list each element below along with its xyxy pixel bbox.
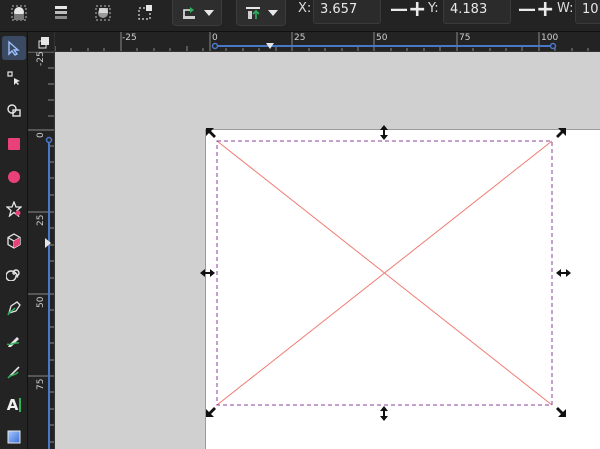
layer-raise-icon [11, 5, 27, 21]
vertical-ruler[interactable]: -25 0 25 50 75 [28, 52, 55, 449]
x-label: X: [298, 1, 312, 16]
gradient-tool[interactable] [2, 425, 26, 449]
ruler-label: 25 [294, 33, 306, 43]
chevron-down-icon [203, 9, 214, 16]
selected-object-overlay [200, 125, 571, 421]
rotate-icon [182, 6, 195, 19]
selector-tool[interactable] [2, 36, 26, 60]
horizontal-ruler-ticks [55, 32, 589, 51]
y-decrement-button[interactable]: — [518, 0, 536, 20]
arrow-select-icon [8, 40, 20, 56]
node-edit-icon [7, 71, 20, 85]
spiral-icon [6, 269, 20, 281]
calligraphy-tool[interactable] [2, 360, 26, 384]
spiral-tool[interactable] [2, 261, 26, 285]
w-input[interactable]: 101 [575, 0, 600, 24]
layer-stack-icon [55, 6, 67, 19]
pen-tool[interactable] [2, 296, 26, 320]
chevron-down-icon [267, 9, 278, 16]
ruler-label: 0 [36, 132, 46, 138]
y-increment-button[interactable]: + [536, 0, 554, 21]
text-tool[interactable]: A [2, 393, 26, 417]
rectangle-tool[interactable] [2, 132, 26, 156]
tweak-tool[interactable] [2, 98, 26, 122]
dashed-square-icon [138, 5, 152, 20]
tool-controls-bar: X: 3.657 — + Y: 4.183 — + W: 101 [0, 0, 600, 32]
x-increment-button[interactable]: + [408, 0, 426, 21]
drawing-canvas[interactable] [55, 52, 600, 449]
ruler-label: 50 [376, 33, 388, 43]
horizontal-ruler[interactable]: -25 0 25 50 75 100 [55, 32, 600, 52]
calligraphy-icon [7, 366, 20, 379]
y-input[interactable]: 4.183 [443, 0, 511, 24]
text-cursor-icon [19, 398, 22, 412]
3d-box-tool[interactable] [2, 229, 26, 253]
ruler-corner [28, 32, 55, 52]
origin-icon [38, 37, 49, 49]
cube-icon [7, 233, 21, 249]
align-dropdown[interactable] [236, 0, 286, 26]
toolbox: A [0, 32, 28, 449]
raise-to-top-button[interactable] [8, 0, 30, 26]
ruler-label: -25 [36, 52, 46, 66]
ruler-label: 50 [36, 296, 46, 308]
ellipse-tool[interactable] [2, 165, 26, 189]
tweak-icon [7, 104, 21, 117]
y-label: Y: [428, 1, 439, 16]
align-icon [245, 6, 260, 19]
x-decrement-button[interactable]: — [390, 0, 408, 20]
pencil-icon [6, 337, 20, 347]
node-tool[interactable] [2, 66, 26, 90]
x-input[interactable]: 3.657 [313, 0, 381, 24]
ruler-label: 25 [36, 214, 46, 226]
lower-to-bottom-button[interactable] [134, 0, 156, 26]
rectangle-icon [8, 138, 20, 150]
circle-icon [8, 171, 20, 183]
ruler-label: 75 [459, 33, 471, 43]
pencil-tool[interactable] [2, 328, 26, 352]
star-icon [6, 201, 22, 217]
gradient-icon [7, 430, 21, 444]
rectangle-with-diagonals[interactable] [216, 140, 553, 406]
raise-button[interactable] [50, 0, 72, 26]
lower-button[interactable] [92, 0, 114, 26]
ruler-label: 0 [212, 33, 218, 43]
text-icon: A [6, 396, 19, 414]
ruler-label: -25 [122, 33, 137, 43]
ruler-label: 75 [36, 378, 46, 390]
pen-icon [7, 301, 21, 316]
star-tool[interactable] [2, 197, 26, 221]
ruler-label: 100 [541, 33, 559, 43]
layer-lower-icon [95, 5, 111, 21]
w-label: W: [557, 1, 574, 16]
rotate-dropdown[interactable] [172, 0, 222, 26]
